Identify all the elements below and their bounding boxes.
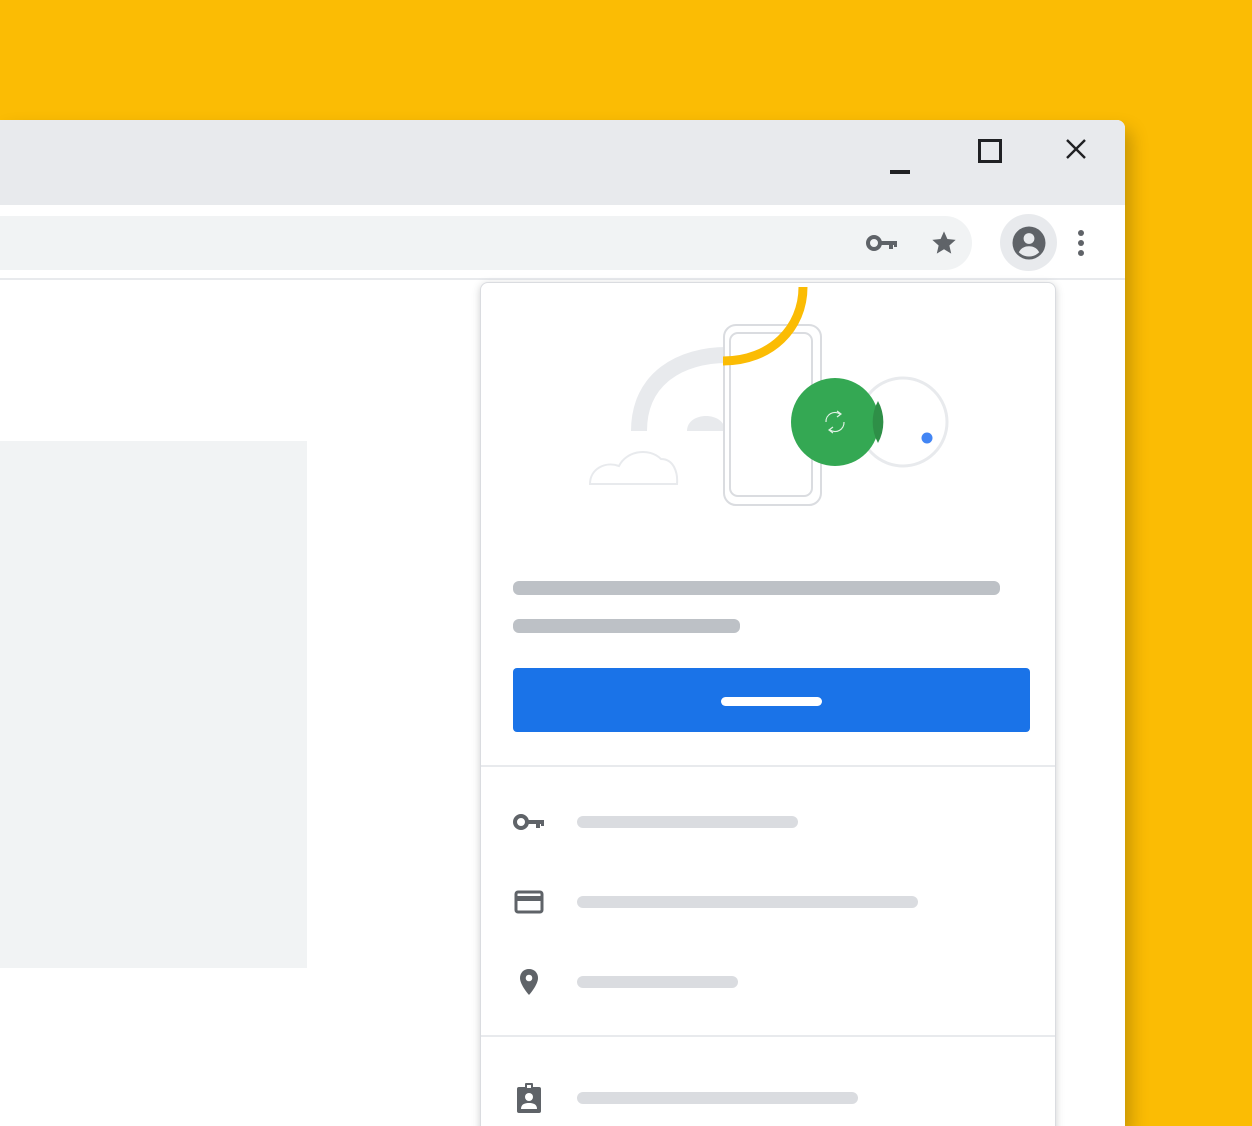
menu-item-label-placeholder <box>577 1092 858 1104</box>
contact-badge-icon <box>517 1083 541 1113</box>
maximize-button[interactable] <box>968 128 1012 172</box>
more-vert-icon <box>1078 230 1084 256</box>
toolbar <box>0 205 1125 280</box>
sync-button-label-placeholder <box>721 697 822 706</box>
bookmark-star-button[interactable] <box>924 226 964 260</box>
key-icon <box>513 814 544 830</box>
chrome-menu-button[interactable] <box>1066 223 1096 263</box>
menu-item-addresses[interactable] <box>481 950 1055 1014</box>
browser-window <box>0 120 1125 1126</box>
key-icon <box>866 235 897 251</box>
close-button[interactable] <box>1054 127 1098 171</box>
menu-item-contact-info[interactable] <box>481 1066 1055 1126</box>
location-pin-icon <box>520 969 538 995</box>
popup-divider <box>481 765 1055 767</box>
menu-item-icon <box>511 964 547 1000</box>
account-circle-icon <box>1012 226 1045 259</box>
menu-item-icon <box>511 804 547 840</box>
menu-item-passwords[interactable] <box>481 790 1055 854</box>
menu-item-label-placeholder <box>577 816 798 828</box>
turn-on-sync-button[interactable] <box>513 668 1030 732</box>
cloud-icon <box>588 450 679 485</box>
popup-subtitle-placeholder <box>513 619 740 633</box>
sync-illustration <box>588 286 949 506</box>
menu-item-label-placeholder <box>577 976 738 988</box>
popup-divider <box>481 1035 1055 1037</box>
title-bar <box>0 120 1125 205</box>
password-key-button[interactable] <box>862 226 902 260</box>
minimize-button[interactable] <box>878 141 922 185</box>
popup-title-placeholder <box>513 581 1000 595</box>
menu-item-payment-methods[interactable] <box>481 870 1055 934</box>
minimize-icon <box>890 170 910 174</box>
profile-sync-popup <box>480 282 1056 1126</box>
profile-button[interactable] <box>1000 214 1057 271</box>
address-bar[interactable] <box>0 216 972 270</box>
menu-item-label-placeholder <box>577 896 918 908</box>
star-icon <box>932 231 956 254</box>
close-icon <box>1066 139 1086 159</box>
credit-card-icon <box>514 890 544 914</box>
menu-item-icon <box>511 1080 547 1116</box>
maximize-icon <box>978 139 1002 163</box>
page-content-placeholder <box>0 441 307 968</box>
menu-item-icon <box>511 884 547 920</box>
